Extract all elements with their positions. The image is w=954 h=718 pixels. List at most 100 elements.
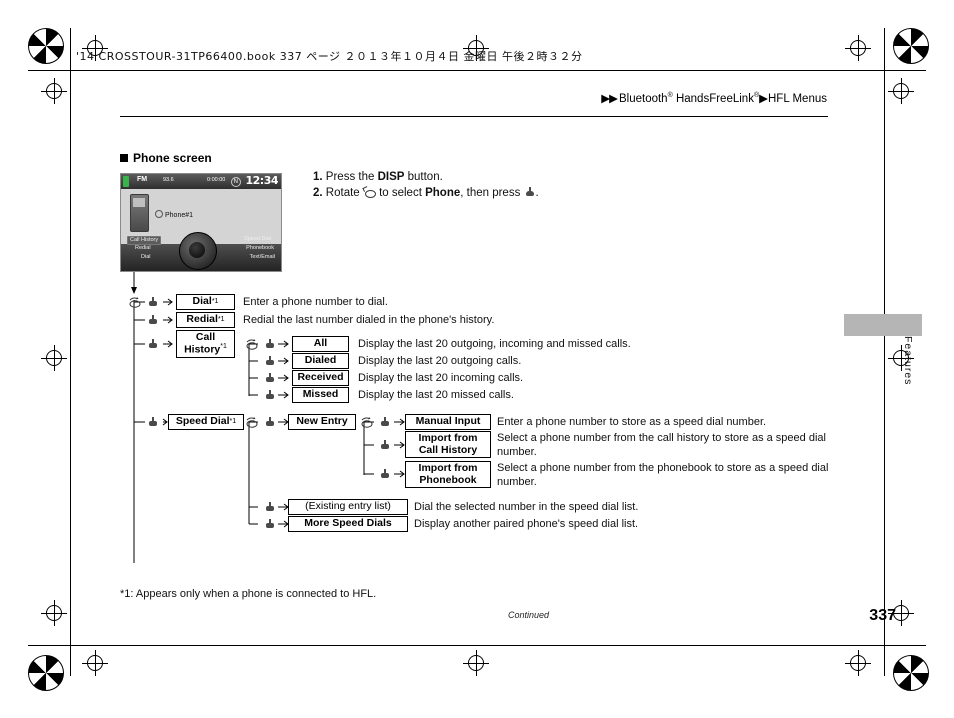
step-2-text-post: , then press (460, 187, 524, 199)
menu-item-dial[interactable]: Dial *1 (176, 294, 235, 310)
menu-desc-dial: Enter a phone number to dial. (243, 296, 388, 308)
breadcrumb-item-handsfreelink: HandsFreeLink (672, 93, 754, 105)
registration-mark-top-right (845, 35, 871, 61)
menu-item-import-from-call-history-label: Import from Call History (418, 432, 478, 456)
footnote: *1: Appears only when a phone is connect… (120, 588, 377, 600)
menu-item-import-from-call-history[interactable]: Import from Call History (405, 431, 491, 458)
menu-item-manual-input-label: Manual Input (415, 415, 481, 428)
menu-item-import-from-phonebook-label: Import from Phonebook (418, 462, 478, 486)
corner-registration-mark-bottom-left (28, 655, 64, 691)
step-2-text-mid: to select (375, 187, 426, 199)
manual-page: '14 CROSSTOUR-31TP66400.book 337 ページ ２０１… (0, 0, 954, 718)
press-knob-icon (146, 314, 161, 327)
sim-card-icon (123, 176, 129, 187)
menu-item-speed-dial-footnote-marker: *1 (229, 418, 237, 426)
menu-item-all[interactable]: All (292, 336, 349, 352)
registration-mark-left-upper (41, 78, 67, 104)
breadcrumb-arrow2-icon: ▶ (759, 93, 768, 105)
menu-desc-missed: Display the last 20 missed calls. (358, 389, 514, 401)
navigation-screen-illustration: FM 93.6 0:00:00 N 12:34 Phone#1 Call His… (120, 173, 282, 272)
press-knob-icon (263, 338, 278, 351)
device-status-bar: FM 93.6 0:00:00 N 12:34 (121, 174, 281, 189)
press-knob-icon (263, 355, 278, 368)
breadcrumb-item-bluetooth: Bluetooth (618, 93, 668, 105)
rotate-knob-icon (128, 296, 143, 309)
page-number: 337 (869, 607, 896, 624)
side-tab-marker (844, 314, 922, 336)
menu-item-missed[interactable]: Missed (292, 387, 349, 403)
menu-item-dialed[interactable]: Dialed (292, 353, 349, 369)
press-knob-icon (146, 416, 161, 429)
device-button-dial[interactable]: Dial (139, 254, 152, 261)
press-knob-icon (146, 296, 161, 309)
press-knob-icon (263, 372, 278, 385)
corner-registration-mark-top-right (893, 28, 929, 64)
corner-registration-mark-bottom-right (893, 655, 929, 691)
step-2-bold-phone: Phone (425, 187, 461, 199)
menu-item-redial[interactable]: Redial *1 (176, 312, 235, 328)
rotate-knob-icon (360, 416, 375, 429)
menu-item-all-label: All (313, 337, 328, 350)
north-badge-icon: N (230, 177, 241, 187)
press-knob-icon (146, 338, 161, 351)
crop-line-top-horizontal (28, 70, 926, 71)
menu-item-call-history-label-text: Call History (184, 331, 221, 356)
device-button-redial[interactable]: Redial (133, 245, 153, 252)
menu-item-dial-footnote-marker: *1 (211, 298, 219, 306)
menu-item-call-history[interactable]: Call History*1 (176, 330, 235, 358)
breadcrumb-arrow-icon: ▶▶ (601, 93, 618, 105)
step-2-text-pre: Rotate (325, 187, 363, 199)
press-knob-icon (378, 468, 393, 481)
menu-desc-received: Display the last 20 incoming calls. (358, 372, 524, 384)
device-button-text-email[interactable]: Text/Email (248, 254, 277, 261)
registration-mark-right-upper (888, 78, 914, 104)
crop-line-right-vertical (884, 28, 885, 676)
menu-item-more-speed-dials-label: More Speed Dials (304, 517, 392, 530)
menu-item-import-from-phonebook[interactable]: Import from Phonebook (405, 461, 491, 488)
press-knob-icon (378, 416, 393, 429)
menu-item-call-history-footnote-marker: *1 (220, 343, 227, 351)
menu-item-existing-entry-list[interactable]: (Existing entry list) (288, 499, 408, 515)
menu-item-received[interactable]: Received (292, 370, 349, 386)
clock-display: 12:34 (245, 174, 278, 187)
phone-status-dot-icon (155, 210, 163, 218)
device-button-call-history[interactable]: Call History (127, 236, 162, 245)
press-knob-icon (378, 439, 393, 452)
registration-mark-left-mid (41, 345, 67, 371)
menu-item-redial-footnote-marker: *1 (217, 316, 225, 324)
crop-line-bottom-horizontal (28, 645, 926, 646)
menu-item-redial-label: Redial (186, 313, 218, 326)
menu-item-existing-entry-list-label: (Existing entry list) (305, 500, 391, 513)
menu-item-new-entry[interactable]: New Entry (288, 414, 356, 430)
phone-icon (130, 194, 149, 232)
registration-mark-bottom-mid (463, 650, 489, 676)
connected-phone-label: Phone#1 (155, 210, 193, 219)
step-1-bold-disp: DISP (377, 171, 405, 183)
registration-mark-bottom-left (82, 650, 108, 676)
step-2-text-end: . (535, 187, 539, 199)
menu-desc-existing-entry-list: Dial the selected number in the speed di… (414, 501, 639, 513)
page-title: Phone screen (120, 151, 212, 165)
menu-desc-more-speed-dials: Display another paired phone's speed dia… (414, 518, 639, 530)
press-knob-icon (524, 187, 536, 198)
page-title-text: Phone screen (133, 151, 212, 165)
radio-band-label: FM (137, 176, 148, 183)
menu-item-speed-dial-label: Speed Dial (175, 415, 230, 428)
book-header-line: '14 CROSSTOUR-31TP66400.book 337 ページ ２０１… (76, 50, 583, 63)
menu-desc-redial: Redial the last number dialed in the pho… (243, 314, 495, 326)
menu-item-more-speed-dials[interactable]: More Speed Dials (288, 516, 408, 532)
menu-desc-all: Display the last 20 outgoing, incoming a… (358, 338, 631, 350)
step-1-number: 1. (313, 171, 323, 183)
header-divider (120, 116, 828, 117)
device-menu-bar: Call History Redial Dial Speed Dial Phon… (121, 232, 281, 271)
rotate-knob-icon (245, 338, 260, 351)
device-button-phonebook[interactable]: Phonebook (244, 245, 276, 252)
menu-item-new-entry-label: New Entry (296, 415, 348, 428)
interface-knob-illustration (179, 232, 217, 270)
menu-item-dialed-label: Dialed (304, 354, 337, 367)
device-button-speed-dial[interactable]: Speed Dial (242, 236, 273, 243)
menu-item-speed-dial[interactable]: Speed Dial *1 (168, 414, 244, 430)
menu-item-manual-input[interactable]: Manual Input (405, 414, 491, 430)
continued-label: Continued (508, 610, 550, 620)
menu-item-received-label: Received (297, 371, 344, 384)
